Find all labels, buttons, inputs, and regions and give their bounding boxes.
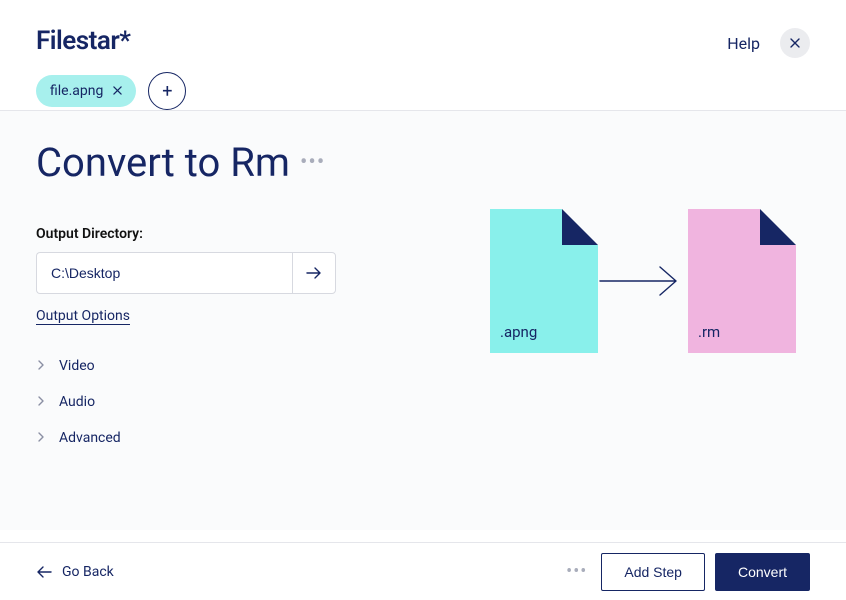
convert-button[interactable]: Convert <box>715 553 810 591</box>
settings-accordion: Video Audio Advanced <box>36 348 336 456</box>
arrow-icon <box>598 261 688 301</box>
file-fold-icon <box>760 209 796 245</box>
main-content: Convert to Rm ••• Output Directory: Outp… <box>0 110 846 530</box>
chevron-right-icon <box>38 431 45 446</box>
brand-logo: Filestar* <box>36 28 130 54</box>
plus-icon: + <box>162 81 172 102</box>
output-options-link[interactable]: Output Options <box>36 308 130 324</box>
file-fold-icon <box>562 209 598 245</box>
output-directory-row <box>36 252 336 294</box>
arrow-left-icon <box>36 565 52 579</box>
settings-column: Output Directory: Output Options Video A… <box>36 226 336 456</box>
close-button[interactable] <box>780 28 810 58</box>
remove-file-icon[interactable] <box>113 84 122 99</box>
chevron-right-icon <box>38 395 45 410</box>
add-file-button[interactable]: + <box>148 72 186 110</box>
browse-directory-button[interactable] <box>292 252 336 294</box>
accordion-item-audio[interactable]: Audio <box>36 384 336 420</box>
target-file-card: .rm <box>688 209 796 353</box>
footer-actions: ••• Add Step Convert <box>566 553 810 591</box>
output-directory-label: Output Directory: <box>36 226 336 242</box>
accordion-item-advanced[interactable]: Advanced <box>36 420 336 456</box>
help-link[interactable]: Help <box>727 34 760 53</box>
accordion-label: Video <box>59 358 95 374</box>
arrow-right-icon <box>306 266 322 280</box>
accordion-label: Advanced <box>59 430 121 446</box>
file-chip-label: file.apng <box>50 83 103 99</box>
title-more-icon[interactable]: ••• <box>300 150 325 175</box>
footer-bar: Go Back ••• Add Step Convert <box>0 542 846 600</box>
source-ext-label: .apng <box>500 323 537 341</box>
go-back-label: Go Back <box>62 564 114 580</box>
target-ext-label: .rm <box>698 323 720 341</box>
app-header: Filestar* Help <box>0 0 846 72</box>
close-icon <box>790 38 800 48</box>
more-options-icon[interactable]: ••• <box>566 561 587 582</box>
conversion-illustration: .apng .rm <box>490 209 796 353</box>
page-title: Convert to Rm <box>36 139 290 186</box>
file-chip-row: file.apng + <box>0 72 846 110</box>
title-row: Convert to Rm ••• <box>36 139 810 186</box>
file-chip[interactable]: file.apng <box>36 75 136 107</box>
chevron-right-icon <box>38 359 45 374</box>
source-file-card: .apng <box>490 209 598 353</box>
header-actions: Help <box>727 28 810 58</box>
accordion-label: Audio <box>59 394 95 410</box>
accordion-item-video[interactable]: Video <box>36 348 336 384</box>
go-back-button[interactable]: Go Back <box>36 564 114 580</box>
add-step-button[interactable]: Add Step <box>601 553 705 591</box>
output-directory-input[interactable] <box>36 252 292 294</box>
